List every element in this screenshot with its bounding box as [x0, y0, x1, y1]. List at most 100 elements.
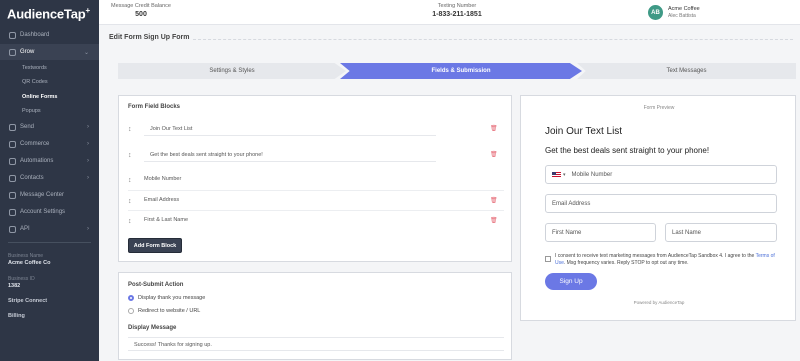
trash-icon[interactable]: 🗑	[490, 217, 498, 224]
credit-balance-label: Message Credit Balance	[111, 3, 171, 9]
automations-icon	[9, 157, 16, 165]
post-submit-title: Post-Submit Action	[128, 282, 184, 288]
api-icon	[9, 225, 16, 233]
last-name-placeholder: Last Name	[672, 229, 702, 236]
texting-number-label: Texting Number	[437, 3, 477, 9]
block-email-label: Email Address	[144, 197, 180, 203]
form-block-row[interactable]: ↕ Get the best deals sent straight to yo…	[128, 148, 504, 164]
trash-icon[interactable]: 🗑	[490, 125, 498, 132]
form-block-row[interactable]: ↕ First & Last Name 🗑	[128, 214, 504, 230]
chevron-right-icon: ›	[87, 226, 89, 232]
consent-text: I consent to receive text marketing mess…	[555, 253, 775, 266]
chevron-down-icon: ⌄	[83, 49, 89, 56]
radio-display-message[interactable]	[128, 295, 134, 301]
chevron-right-icon: ›	[87, 141, 89, 147]
preview-first-name-field[interactable]: First Name	[545, 223, 656, 242]
trash-icon[interactable]: 🗑	[490, 151, 498, 158]
drag-handle-icon[interactable]: ↕	[128, 126, 132, 133]
sidebar-divider	[8, 242, 91, 243]
post-submit-panel: Post-Submit Action Display thank you mes…	[118, 272, 512, 360]
trash-icon[interactable]: 🗑	[490, 197, 498, 204]
business-name-label: Business Name	[8, 253, 44, 259]
title-divider	[193, 39, 793, 40]
first-name-placeholder: First Name	[552, 229, 582, 236]
sidebar-item-automations[interactable]: Automations ›	[0, 153, 99, 169]
business-id-value: 1382	[8, 283, 21, 289]
brand-logo[interactable]: AudienceTap+	[7, 6, 90, 21]
form-block-row[interactable]: ↕ Mobile Number	[128, 173, 504, 189]
step-settings-styles[interactable]: Settings & Styles	[118, 63, 346, 79]
business-name-value: Acme Coffee Co	[8, 260, 51, 266]
preview-last-name-field[interactable]: Last Name	[665, 223, 777, 242]
account-name[interactable]: Acme Coffee	[668, 6, 700, 12]
credit-balance-value: 500	[135, 11, 147, 18]
preview-heading: Join Our Text List	[545, 126, 623, 137]
display-message-input[interactable]: Success! Thanks for signing up.	[128, 337, 504, 351]
sidebar: AudienceTap+ Dashboard Grow ⌄ Textwords Q…	[0, 0, 99, 361]
sign-up-button[interactable]: Sign Up	[545, 273, 597, 290]
texting-number-value: 1-833-211-1851	[432, 11, 482, 18]
row-divider	[128, 210, 504, 211]
form-preview-panel: Form Preview Join Our Text List Get the …	[520, 95, 796, 321]
form-blocks-panel: Form Field Blocks ↕ Join Our Text List 🗑…	[118, 95, 512, 262]
drag-handle-icon[interactable]: ↕	[128, 152, 132, 159]
sidebar-item-commerce[interactable]: Commerce ›	[0, 136, 99, 152]
avatar[interactable]: AB	[648, 5, 663, 20]
sidebar-subitem-qr-codes[interactable]: QR Codes	[22, 79, 48, 85]
wizard-stepper: Settings & Styles Fields & Submission Te…	[118, 63, 796, 79]
preview-mobile-field[interactable]: ▾ Mobile Number	[545, 165, 777, 184]
display-message-label: Display Message	[128, 325, 177, 331]
sidebar-subitem-textwords[interactable]: Textwords	[22, 65, 47, 71]
stripe-connect-link[interactable]: Stripe Connect	[8, 298, 47, 304]
sidebar-subitem-online-forms[interactable]: Online Forms	[22, 94, 57, 100]
commerce-icon	[9, 140, 16, 148]
step-text-messages[interactable]: Text Messages	[577, 63, 796, 79]
block-name-label: First & Last Name	[144, 217, 189, 223]
email-placeholder: Email Address	[552, 200, 591, 207]
chevron-down-icon[interactable]: ▾	[563, 172, 566, 178]
us-flag-icon[interactable]	[552, 171, 561, 178]
form-blocks-title: Form Field Blocks	[128, 104, 181, 110]
step-fields-submission[interactable]: Fields & Submission	[340, 63, 582, 79]
sidebar-item-api[interactable]: API ›	[0, 221, 99, 237]
sidebar-subitem-popups[interactable]: Popups	[22, 108, 41, 114]
account-user: Alec Battista	[668, 13, 696, 19]
sidebar-item-account-settings[interactable]: Account Settings	[0, 204, 99, 220]
sidebar-item-grow[interactable]: Grow ⌄	[0, 44, 99, 60]
sidebar-item-contacts[interactable]: Contacts ›	[0, 170, 99, 186]
powered-by-text: Powered by AudienceTap	[633, 300, 685, 305]
texting-number: Texting Number 1-833-211-1851	[425, 3, 489, 18]
add-form-block-button[interactable]: Add Form Block	[128, 238, 182, 253]
credit-balance: Message Credit Balance 500	[109, 3, 173, 18]
billing-link[interactable]: Billing	[8, 313, 25, 319]
sidebar-item-message-center[interactable]: Message Center	[0, 187, 99, 203]
radio-redirect-url-label[interactable]: Redirect to website / URL	[138, 308, 200, 314]
sidebar-item-send[interactable]: Send ›	[0, 119, 99, 135]
drag-handle-icon[interactable]: ↕	[128, 218, 132, 225]
block-subheading-input[interactable]: Get the best deals sent straight to your…	[144, 148, 436, 162]
form-block-row[interactable]: ↕ Email Address 🗑	[128, 194, 504, 210]
form-block-row[interactable]: ↕ Join Our Text List 🗑	[128, 122, 504, 138]
preview-email-field[interactable]: Email Address	[545, 194, 777, 213]
sidebar-item-dashboard[interactable]: Dashboard	[0, 27, 99, 43]
radio-redirect-url[interactable]	[128, 308, 134, 314]
business-id-label: Business ID	[8, 276, 35, 282]
page-title: Edit Form Sign Up Form	[109, 34, 190, 41]
preview-subheading: Get the best deals sent straight to your…	[545, 146, 710, 155]
chevron-right-icon: ›	[87, 175, 89, 181]
message-center-icon	[9, 191, 16, 199]
dashboard-icon	[9, 31, 16, 39]
row-divider	[128, 190, 504, 191]
radio-display-message-label[interactable]: Display thank you message	[138, 295, 205, 301]
contacts-icon	[9, 174, 16, 182]
consent-checkbox[interactable]	[545, 256, 551, 262]
drag-handle-icon[interactable]: ↕	[128, 177, 132, 184]
chevron-right-icon: ›	[87, 158, 89, 164]
block-mobile-label: Mobile Number	[144, 176, 182, 182]
send-icon	[9, 123, 16, 131]
block-heading-input[interactable]: Join Our Text List	[144, 122, 436, 136]
settings-icon	[9, 208, 16, 216]
drag-handle-icon[interactable]: ↕	[128, 198, 132, 205]
mobile-placeholder: Mobile Number	[571, 171, 613, 178]
form-preview-label: Form Preview	[643, 105, 675, 111]
